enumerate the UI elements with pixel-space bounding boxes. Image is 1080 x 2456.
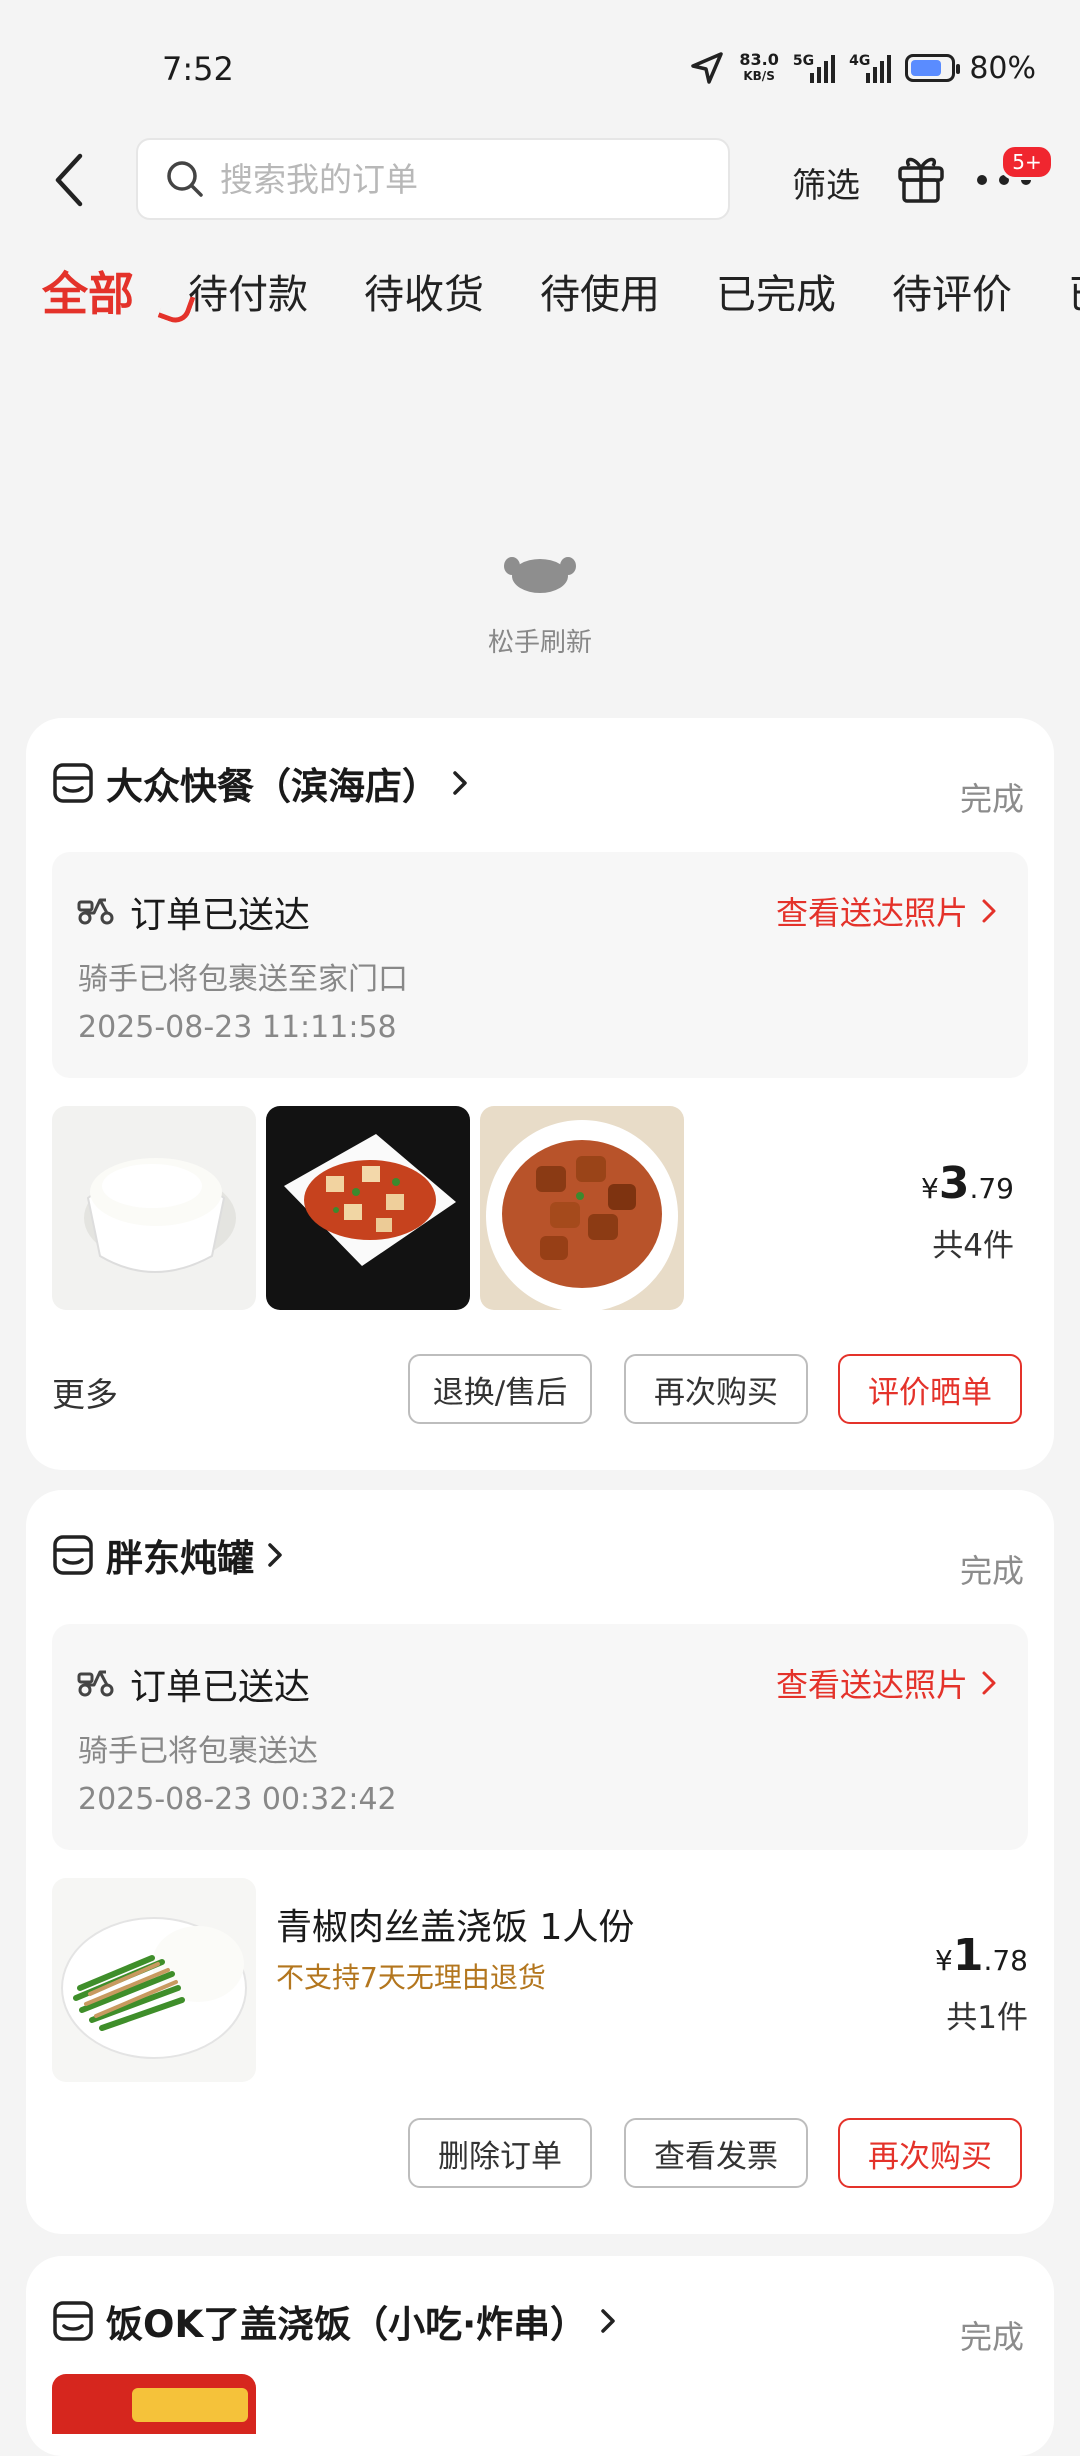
chevron-right-icon xyxy=(982,1671,996,1695)
scooter-icon xyxy=(77,898,114,925)
delivery-title: 订单已送达 xyxy=(130,895,311,936)
delivery-time: 2025-08-23 11:11:58 xyxy=(78,1010,397,1045)
delivery-description: 骑手已将包裹送至家门口 xyxy=(78,962,408,997)
status-time: 7:52 xyxy=(162,50,234,88)
order-price: ¥3.79 xyxy=(921,1158,1014,1209)
tab-more-cut[interactable]: 已 xyxy=(1068,262,1080,320)
order-price: ¥1.78 xyxy=(935,1930,1028,1981)
search-icon xyxy=(167,161,203,197)
buy-again-button[interactable]: 再次购买 xyxy=(624,1354,808,1424)
delete-order-button[interactable]: 删除订单 xyxy=(408,2118,592,2188)
delivery-title: 订单已送达 xyxy=(130,1667,311,1708)
chevron-right-icon xyxy=(453,771,467,795)
delivery-time: 2025-08-23 00:32:42 xyxy=(78,1782,397,1817)
shop-icon xyxy=(53,763,93,803)
net-speed-value: 83.0 xyxy=(739,50,779,69)
net-speed-unit: KB/S xyxy=(743,69,775,83)
product-thumbnail-partial[interactable] xyxy=(52,2374,256,2434)
buy-again-button[interactable]: 再次购买 xyxy=(838,2118,1022,2188)
price-integer: 1 xyxy=(952,1930,984,1981)
price-decimal: .78 xyxy=(983,1944,1028,1977)
order-card[interactable]: 饭OK了盖浇饭（小吃·炸串） 完成 xyxy=(26,2256,1054,2456)
status-icons: 83.0 KB/S 5G 4G 80% xyxy=(689,46,1036,90)
search-box[interactable] xyxy=(136,138,730,220)
view-invoice-button[interactable]: 查看发票 xyxy=(624,2118,808,2188)
product-thumbnail-rice[interactable] xyxy=(52,1106,256,1310)
order-tabs: 全部 待付款 待收货 待使用 已完成 待评价 已 xyxy=(0,262,1080,326)
shop-name: 大众快餐（滨海店） xyxy=(106,765,439,808)
refresh-hint: 松手刷新 xyxy=(487,628,592,658)
no-return-note: 不支持7天无理由退货 xyxy=(276,1961,546,1994)
more-actions-link[interactable]: 更多 xyxy=(52,1368,118,1416)
delivery-info[interactable]: 订单已送达 查看送达照片 骑手已将包裹送达 2025-08-23 00:32:4… xyxy=(52,1624,1028,1850)
back-arrow-icon[interactable] xyxy=(50,150,90,210)
review-button[interactable]: 评价晒单 xyxy=(838,1354,1022,1424)
product-thumbnail-braised-tofu[interactable] xyxy=(480,1106,684,1310)
tab-all[interactable]: 全部 xyxy=(42,262,196,326)
net-speed: 83.0 KB/S xyxy=(739,52,778,84)
battery-icon xyxy=(905,54,961,82)
delivery-info[interactable]: 订单已送达 查看送达照片 骑手已将包裹送至家门口 2025-08-23 11:1… xyxy=(52,852,1028,1078)
shop-icon xyxy=(53,1535,93,1575)
item-count: 共4件 xyxy=(932,1228,1014,1264)
price-currency: ¥ xyxy=(935,1944,953,1977)
gift-icon[interactable] xyxy=(896,152,946,204)
tab-completed[interactable]: 已完成 xyxy=(716,262,836,320)
search-input[interactable] xyxy=(218,158,682,200)
price-integer: 3 xyxy=(938,1158,970,1209)
view-delivery-photo-link[interactable]: 查看送达照片 xyxy=(776,1660,998,1706)
shop-link[interactable]: 饭OK了盖浇饭（小吃·炸串） xyxy=(52,2294,619,2348)
view-delivery-photo-label: 查看送达照片 xyxy=(775,894,968,932)
chevron-right-icon xyxy=(982,899,996,923)
chevron-right-icon xyxy=(601,2309,615,2333)
view-delivery-photo-label: 查看送达照片 xyxy=(775,1666,968,1704)
order-status: 完成 xyxy=(959,1552,1024,1590)
delivery-description: 骑手已将包裹送达 xyxy=(78,1734,318,1769)
order-card[interactable]: 胖东炖罐 完成 订单已送达 查看送达照片 骑手已将包裹送达 2025-08-23… xyxy=(26,1490,1054,2234)
return-aftersale-button[interactable]: 退换/售后 xyxy=(408,1354,592,1424)
product-thumbnail-mapo-tofu[interactable] xyxy=(266,1106,470,1310)
tab-pending-use[interactable]: 待使用 xyxy=(540,262,660,320)
tab-all-label: 全部 xyxy=(42,267,134,321)
shop-link[interactable]: 胖东炖罐 xyxy=(52,1528,286,1582)
order-card[interactable]: 大众快餐（滨海店） 完成 订单已送达 查看送达照片 骑手已将包裹送至家门口 20… xyxy=(26,718,1054,1470)
battery-percent: 80% xyxy=(969,50,1036,86)
price-currency: ¥ xyxy=(921,1172,939,1205)
signal-bars-icon xyxy=(866,53,892,83)
filter-button[interactable]: 筛选 xyxy=(792,158,860,207)
tab-pending-review[interactable]: 待评价 xyxy=(892,262,1012,320)
notification-badge: 5+ xyxy=(1000,144,1054,180)
refresh-mascot-icon xyxy=(504,557,576,593)
price-decimal: .79 xyxy=(969,1172,1014,1205)
shop-name: 饭OK了盖浇饭（小吃·炸串） xyxy=(106,2303,588,2346)
scooter-icon xyxy=(77,1670,114,1697)
signal-5g: 5G xyxy=(793,53,836,83)
order-status: 完成 xyxy=(959,780,1024,818)
item-count: 共1件 xyxy=(946,2000,1028,2036)
item-name[interactable]: 青椒肉丝盖浇饭 1人份 xyxy=(276,1898,634,1950)
location-arrow-icon xyxy=(691,52,724,84)
order-status: 完成 xyxy=(959,2318,1024,2356)
signal-4g: 4G xyxy=(849,53,892,83)
chevron-right-icon xyxy=(268,1543,282,1567)
tab-pending-payment[interactable]: 待付款 xyxy=(188,262,308,320)
product-thumbnail-pepper-pork[interactable] xyxy=(52,1878,256,2082)
shop-name: 胖东炖罐 xyxy=(106,1537,254,1580)
signal-bars-icon xyxy=(810,53,836,83)
shop-link[interactable]: 大众快餐（滨海店） xyxy=(52,756,471,810)
tab-pending-receipt[interactable]: 待收货 xyxy=(364,262,484,320)
view-delivery-photo-link[interactable]: 查看送达照片 xyxy=(776,888,998,934)
shop-icon xyxy=(53,2301,93,2341)
